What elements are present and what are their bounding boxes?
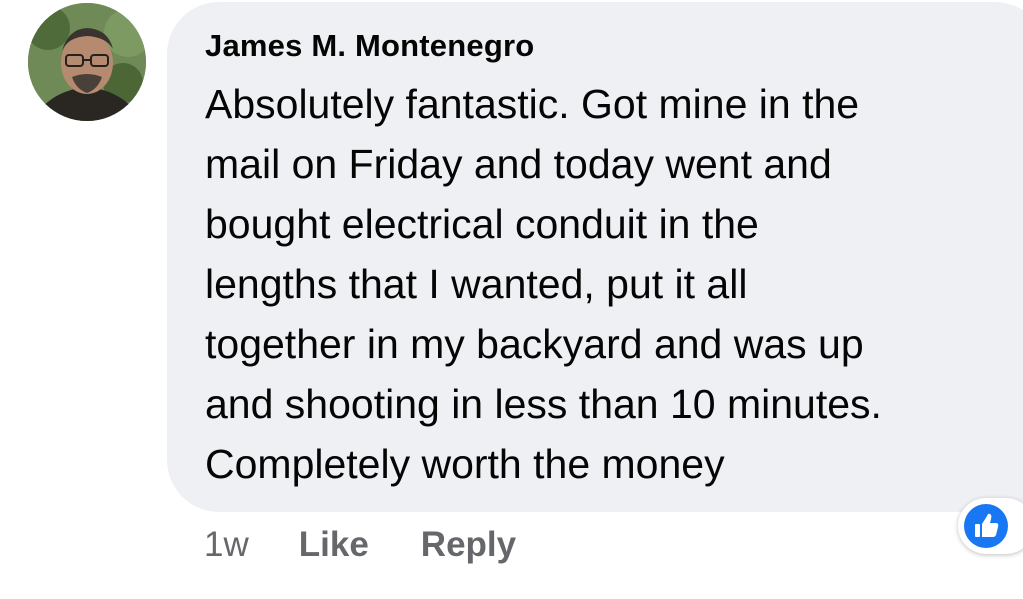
comment-actions: 1w Like Reply <box>204 520 568 570</box>
timestamp[interactable]: 1w <box>204 525 249 565</box>
avatar-image <box>28 3 146 121</box>
reply-button[interactable]: Reply <box>421 525 516 565</box>
thumbs-up-icon <box>964 504 1008 548</box>
author-name[interactable]: James M. Montenegro <box>205 28 534 64</box>
comment-container: James M. Montenegro Absolutely fantastic… <box>0 0 1023 599</box>
comment-text: Absolutely fantastic. Got mine in the ma… <box>205 81 882 487</box>
reaction-count[interactable] <box>958 498 1023 554</box>
like-button[interactable]: Like <box>299 525 369 565</box>
avatar[interactable] <box>28 3 146 121</box>
